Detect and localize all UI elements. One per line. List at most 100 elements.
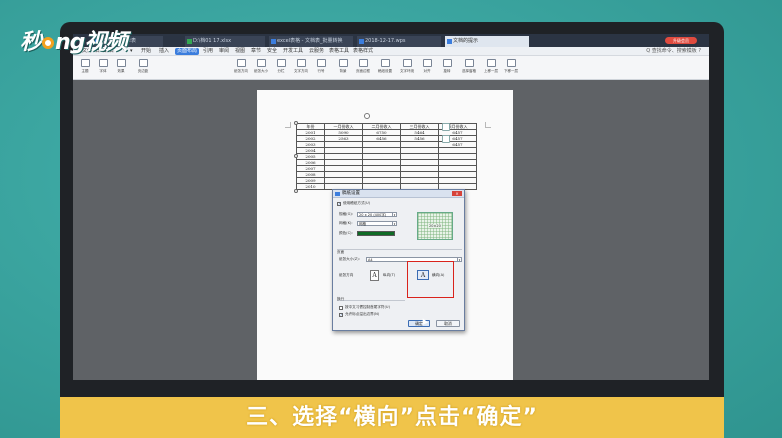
menu-review[interactable]: 审阅	[219, 48, 229, 55]
ribbon-text-wrap-button[interactable]: 文字环绕	[399, 59, 415, 77]
resize-handle-bottom-left[interactable]	[294, 189, 298, 193]
paper-size-icon	[256, 59, 266, 67]
chinese-rules-label: 按中文习惯控制首尾字符(U)	[345, 305, 390, 309]
spec-select-value: 20 x 20 (400字)	[359, 213, 387, 217]
menu-cloud[interactable]: 云服务	[309, 48, 324, 55]
send-backward-icon	[506, 59, 516, 67]
menu-view[interactable]: 视图	[235, 48, 245, 55]
document-workspace: 年份 一月份收入 二月份收入 三月份收入 四月份收入 2001 5090 6750 5…	[73, 80, 709, 380]
resize-handle-left[interactable]	[294, 154, 298, 158]
ribbon-background-button[interactable]: 背景	[335, 59, 351, 77]
logo-text-mid: ng	[55, 30, 85, 55]
search-commands[interactable]: Q 查找命令、搜索模板 ?	[646, 48, 701, 55]
ribbon-orientation-button[interactable]: 纸张方向	[233, 59, 249, 77]
menu-page-layout[interactable]: 页面布局	[175, 48, 200, 55]
section-divider	[337, 249, 462, 250]
tab-doc-2[interactable]: D:\档01 17.xlsx	[185, 36, 265, 47]
orientation-label: 纸张方向	[339, 273, 354, 277]
ribbon-toolbar: 主题 字体 效果 页边距 纸张方向 纸张大小 分栏 文字方向 行号 背景 页面边…	[73, 56, 709, 80]
menu-table-style[interactable]: 表格样式	[353, 48, 373, 55]
logo-dot-icon	[42, 37, 55, 49]
chinese-rules-checkbox[interactable]	[339, 306, 343, 310]
quick-dropdown-icon[interactable]: ▾	[130, 48, 133, 55]
menu-table-tools[interactable]: 表格工具	[329, 48, 349, 55]
screen: 按时间订货单表 D:\档01 17.xlsx excel表格 - 文档表_批量转…	[73, 34, 709, 380]
ribbon-bring-forward-button[interactable]: 上移一层	[483, 59, 499, 77]
table-options-icon[interactable]	[442, 123, 450, 131]
doc-icon	[271, 39, 276, 44]
menu-developer[interactable]: 开发工具	[283, 48, 303, 55]
portrait-option[interactable]: A	[370, 270, 379, 281]
grid-select-value: 网格	[359, 222, 366, 226]
tab-label: 2018-12-17.wps	[365, 38, 406, 44]
ribbon-label: 选择窗格	[462, 69, 476, 73]
cancel-button[interactable]: 取消	[436, 320, 460, 327]
columns-icon	[276, 59, 286, 67]
landscape-highlight	[407, 261, 454, 298]
logo-text-suffix: 视频	[84, 30, 127, 55]
ribbon-font-button[interactable]: 字体	[95, 59, 111, 77]
margin-corner-top-left	[285, 122, 291, 128]
grid-select[interactable]: 网格 ▾	[357, 221, 397, 226]
selection-pane-icon	[464, 59, 474, 67]
ribbon-text-direction-button[interactable]: 文字方向	[293, 59, 309, 77]
background-icon	[338, 59, 348, 67]
use-paper-checkbox[interactable]: ✓	[337, 202, 341, 206]
menu-home[interactable]: 开始	[141, 48, 151, 55]
paper-size-label: 纸张大小(Z):	[339, 257, 360, 261]
tab-doc-5-active[interactable]: 文档的提示	[445, 36, 529, 47]
table-style-icon[interactable]	[442, 135, 450, 143]
ribbon-label: 分栏	[277, 69, 285, 73]
ribbon-theme-button[interactable]: 主题	[77, 59, 93, 77]
grid-label: 网格(K):	[339, 221, 353, 225]
ribbon-effect-button[interactable]: 效果	[113, 59, 129, 77]
tab-doc-4[interactable]: 2018-12-17.wps	[357, 36, 441, 47]
ribbon-rotate-button[interactable]: 旋转	[439, 59, 455, 77]
tab-bar: 按时间订货单表 D:\档01 17.xlsx excel表格 - 文档表_批量转…	[73, 34, 709, 47]
ribbon-label: 上移一层	[484, 69, 498, 73]
dialog-app-icon	[335, 192, 340, 196]
ribbon-label: 文字环绕	[400, 69, 414, 73]
rotate-icon	[442, 59, 452, 67]
dialog-titlebar[interactable]: 稿纸设置 ×	[333, 190, 464, 198]
table-cell[interactable]: 2010	[296, 183, 325, 190]
ribbon-label: 文字方向	[294, 69, 308, 73]
close-icon[interactable]: ×	[452, 191, 462, 196]
ribbon-label: 对齐	[423, 69, 431, 73]
menu-chapter[interactable]: 章节	[251, 48, 261, 55]
ribbon-columns-button[interactable]: 分栏	[273, 59, 289, 77]
user-badge[interactable]: 升级会员	[665, 37, 697, 44]
paper-size-value: A4	[368, 258, 373, 262]
caption-bar: 三、选择“横向”点击“确定”	[60, 397, 724, 438]
menu-reference[interactable]: 引用	[203, 48, 213, 55]
ribbon-send-backward-button[interactable]: 下移一层	[503, 59, 519, 77]
menu-bar: 三 文件 日 日 日 ↶ ↷ ▾ 开始 插入 页面布局 引用 审阅 视图 章节 …	[73, 47, 709, 56]
tab-label: D:\档01 17.xlsx	[193, 38, 232, 44]
align-icon	[422, 59, 432, 67]
ribbon-paper-size-button[interactable]: 纸张大小	[253, 59, 269, 77]
ribbon-align-button[interactable]: 对齐	[419, 59, 435, 77]
menu-insert[interactable]: 插入	[159, 48, 169, 55]
menu-security[interactable]: 安全	[267, 48, 277, 55]
doc-icon	[359, 39, 364, 44]
margin-corner-top-right	[485, 122, 491, 128]
ribbon-label: 主题	[81, 69, 89, 73]
ribbon-selection-pane-button[interactable]: 选择窗格	[461, 59, 477, 77]
logo-text-prefix: 秒	[20, 30, 42, 55]
ribbon-margins-button[interactable]: 页边距	[135, 59, 151, 77]
punctuation-overflow-checkbox[interactable]: ✓	[339, 313, 343, 317]
table-move-handle-icon[interactable]	[364, 113, 370, 119]
paper-preview: 20×20	[417, 212, 453, 240]
chevron-down-icon: ▾	[392, 222, 396, 226]
spec-select[interactable]: 20 x 20 (400字) ▾	[357, 212, 397, 217]
ribbon-label: 效果	[117, 69, 125, 73]
income-table[interactable]: 年份 一月份收入 二月份收入 三月份收入 四月份收入 2001 5090 6750 5…	[296, 123, 477, 190]
ribbon-page-border-button[interactable]: 页面边框	[355, 59, 371, 77]
ribbon-draft-paper-button[interactable]: 稿纸设置	[377, 59, 393, 77]
grid-color-swatch[interactable]	[357, 231, 395, 236]
resize-handle-top-left[interactable]	[294, 121, 298, 125]
ribbon-line-number-button[interactable]: 行号	[313, 59, 329, 77]
tab-doc-3[interactable]: excel表格 - 文档表_批量转换	[269, 36, 353, 47]
ribbon-label: 稿纸设置	[378, 69, 392, 73]
ribbon-label: 旋转	[443, 69, 451, 73]
